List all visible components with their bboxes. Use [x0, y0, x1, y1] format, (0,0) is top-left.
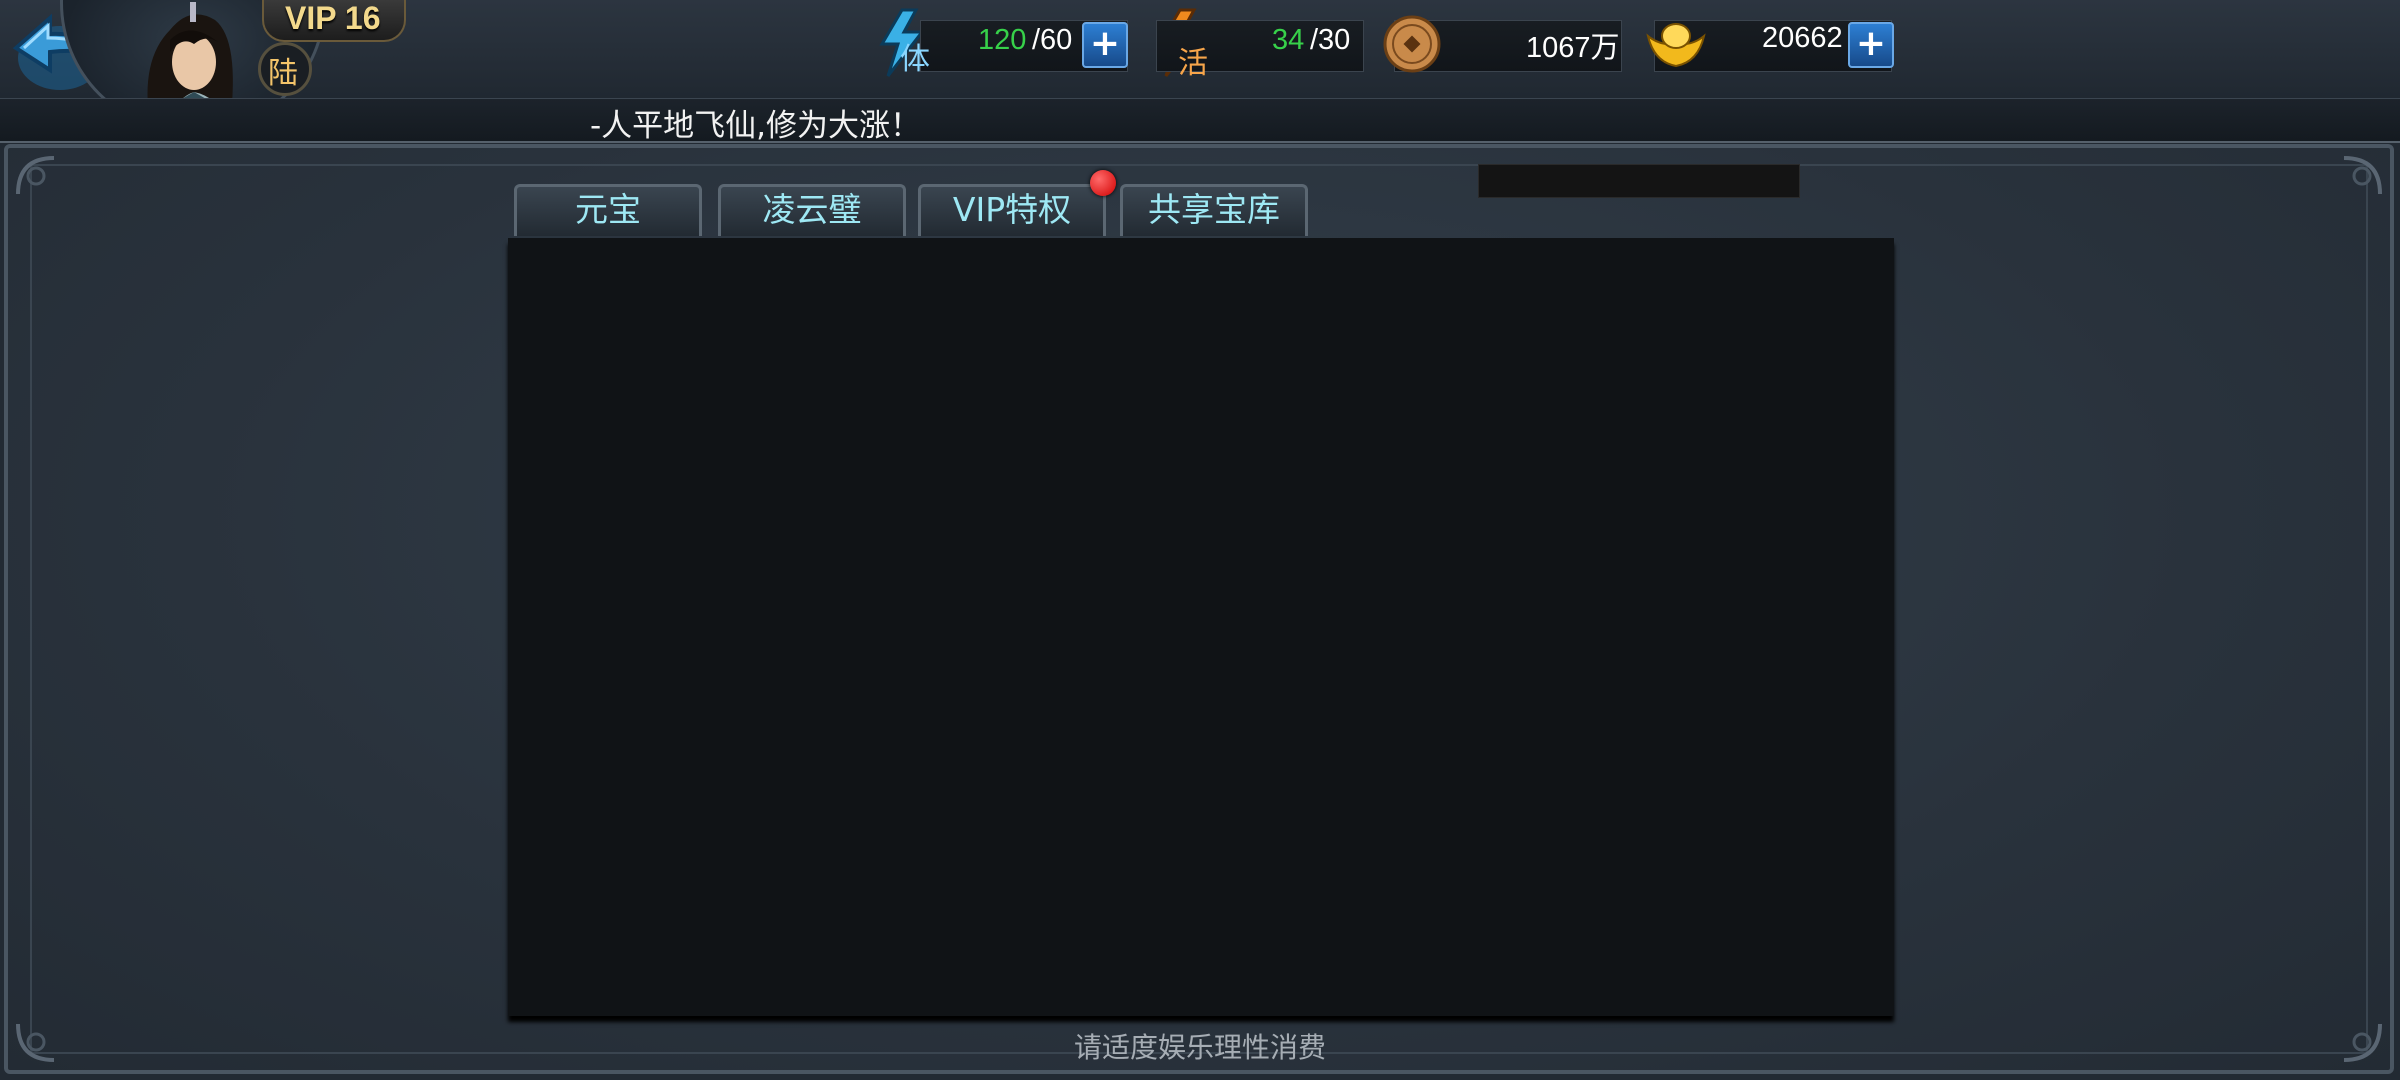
energy-max: /30 [1310, 24, 1351, 56]
stamina-current: 120 [978, 24, 1027, 56]
info-box [1478, 164, 1800, 198]
stamina-max: /60 [1032, 24, 1073, 56]
notification-dot [1090, 170, 1116, 196]
server-label: 陆 [268, 56, 298, 91]
plus-icon: + [1089, 23, 1121, 64]
corner-ornament-icon [2343, 156, 2382, 195]
copper-value: 1067万 [1526, 32, 1620, 64]
footer-tip: 请适度娱乐理性消费 [1073, 1031, 1326, 1064]
gold-ingot-icon [1644, 16, 1708, 72]
energy-current: 34 [1272, 24, 1305, 56]
plus-icon: + [1855, 23, 1887, 64]
vip-level: VIP 16 [285, 0, 381, 36]
content-area [508, 238, 1894, 1016]
add-gold-button[interactable]: + [1848, 22, 1894, 68]
announcement-text: -人平地飞仙,修为大涨！ [590, 108, 922, 144]
tab-yuanbao[interactable]: 元宝 [514, 184, 702, 236]
tab-shared-treasury[interactable]: 共享宝库 [1120, 184, 1308, 236]
tab-vip-privileges[interactable]: VIP特权 [918, 184, 1106, 236]
tab-lingyunbi[interactable]: 凌云璧 [718, 184, 906, 236]
add-stamina-button[interactable]: + [1082, 22, 1128, 68]
gold-value: 20662 [1762, 22, 1843, 54]
copper-coin-icon [1382, 14, 1442, 74]
energy-icon-label: 活 [1178, 46, 1208, 81]
announcement-bar [0, 98, 2400, 143]
corner-ornament-icon [16, 156, 55, 195]
stamina-icon-label: 体 [900, 42, 930, 77]
